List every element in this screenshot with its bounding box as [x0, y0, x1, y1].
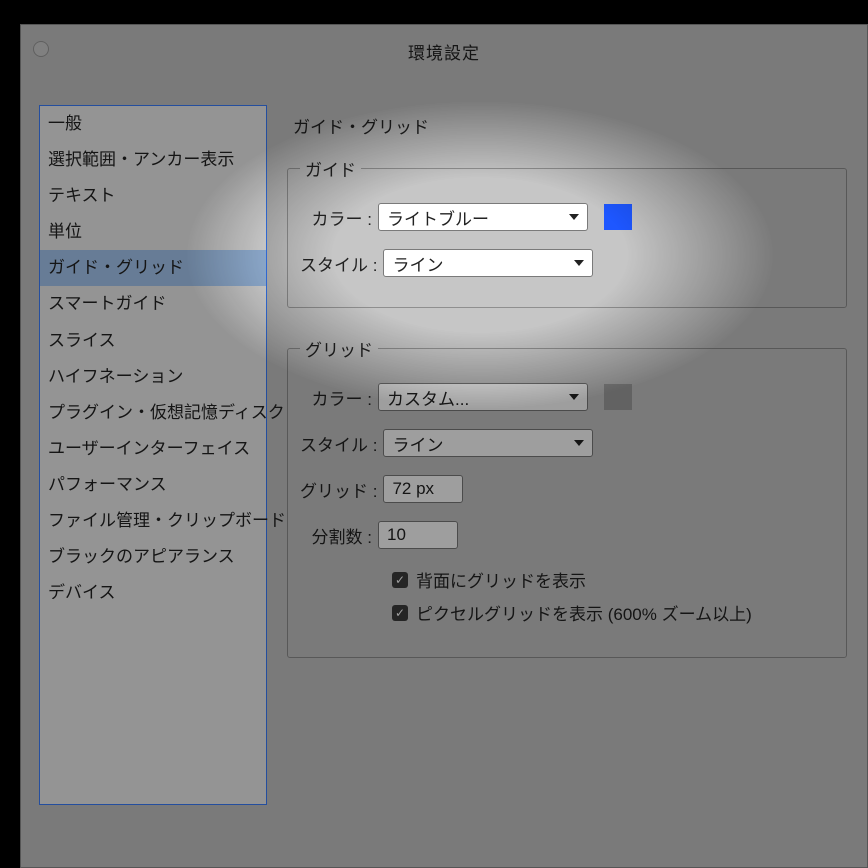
sidebar-item-hyphenation[interactable]: ハイフネーション — [40, 359, 266, 395]
guide-color-value: ライトブルー — [387, 205, 563, 230]
grid-style-value: ライン — [392, 431, 568, 456]
chevron-down-icon — [569, 214, 579, 220]
grid-subdiv-label: 分割数 : — [300, 523, 372, 548]
grid-subdiv-value: 10 — [387, 525, 406, 545]
checkbox-pixel-grid-label: ピクセルグリッドを表示 (600% ズーム以上) — [416, 600, 752, 625]
preferences-window: 環境設定 一般 選択範囲・アンカー表示 テキスト 単位 ガイド・グリッド スマー… — [20, 24, 868, 868]
checkbox-grid-back-label: 背面にグリッドを表示 — [416, 567, 586, 592]
sidebar-item-units[interactable]: 単位 — [40, 214, 266, 250]
panel-guides-grid: ガイド・グリッド ガイド カラー : ライトブルー スタイル : ライン グ — [287, 105, 867, 867]
grid-size-input[interactable]: 72 px — [383, 475, 463, 503]
guide-color-swatch[interactable] — [604, 204, 632, 230]
checkbox-pixel-grid[interactable]: ✓ — [392, 605, 408, 621]
grid-color-label: カラー : — [300, 385, 372, 410]
group-grid: グリッド カラー : カスタム... スタイル : ライン グリッド : — [287, 336, 847, 658]
grid-color-value: カスタム... — [387, 385, 563, 410]
guide-color-select[interactable]: ライトブルー — [378, 203, 588, 231]
sidebar-item-smart-guides[interactable]: スマートガイド — [40, 286, 266, 322]
chevron-down-icon — [574, 440, 584, 446]
sidebar-item-performance[interactable]: パフォーマンス — [40, 467, 266, 503]
sidebar-item-general[interactable]: 一般 — [40, 106, 266, 142]
sidebar-item-plugins[interactable]: プラグイン・仮想記憶ディスク — [40, 395, 266, 431]
guide-color-label: カラー : — [300, 205, 372, 230]
check-icon: ✓ — [395, 574, 405, 586]
sidebar-item-black-appearance[interactable]: ブラックのアピアランス — [40, 539, 266, 575]
grid-subdiv-input[interactable]: 10 — [378, 521, 458, 549]
guide-style-value: ライン — [392, 251, 568, 276]
sidebar-item-guides-grid[interactable]: ガイド・グリッド — [40, 250, 266, 286]
group-guide-legend: ガイド — [300, 156, 361, 181]
grid-color-swatch[interactable] — [604, 384, 632, 410]
sidebar-item-slices[interactable]: スライス — [40, 323, 266, 359]
grid-size-label: グリッド : — [300, 477, 377, 502]
guide-style-label: スタイル : — [300, 251, 377, 276]
chevron-down-icon — [569, 394, 579, 400]
grid-style-label: スタイル : — [300, 431, 377, 456]
preferences-sidebar: 一般 選択範囲・アンカー表示 テキスト 単位 ガイド・グリッド スマートガイド … — [39, 105, 267, 805]
grid-size-value: 72 px — [392, 479, 434, 499]
checkbox-grid-back[interactable]: ✓ — [392, 572, 408, 588]
group-grid-legend: グリッド — [300, 336, 378, 361]
sidebar-item-ui[interactable]: ユーザーインターフェイス — [40, 431, 266, 467]
grid-style-select[interactable]: ライン — [383, 429, 593, 457]
chevron-down-icon — [574, 260, 584, 266]
check-icon: ✓ — [395, 607, 405, 619]
sidebar-item-selection[interactable]: 選択範囲・アンカー表示 — [40, 142, 266, 178]
sidebar-item-devices[interactable]: デバイス — [40, 575, 266, 611]
guide-style-select[interactable]: ライン — [383, 249, 593, 277]
window-title: 環境設定 — [21, 39, 867, 64]
group-guide: ガイド カラー : ライトブルー スタイル : ライン — [287, 156, 847, 308]
grid-color-select[interactable]: カスタム... — [378, 383, 588, 411]
panel-title: ガイド・グリッド — [287, 105, 867, 156]
sidebar-item-file-handling[interactable]: ファイル管理・クリップボード — [40, 503, 266, 539]
sidebar-item-text[interactable]: テキスト — [40, 178, 266, 214]
